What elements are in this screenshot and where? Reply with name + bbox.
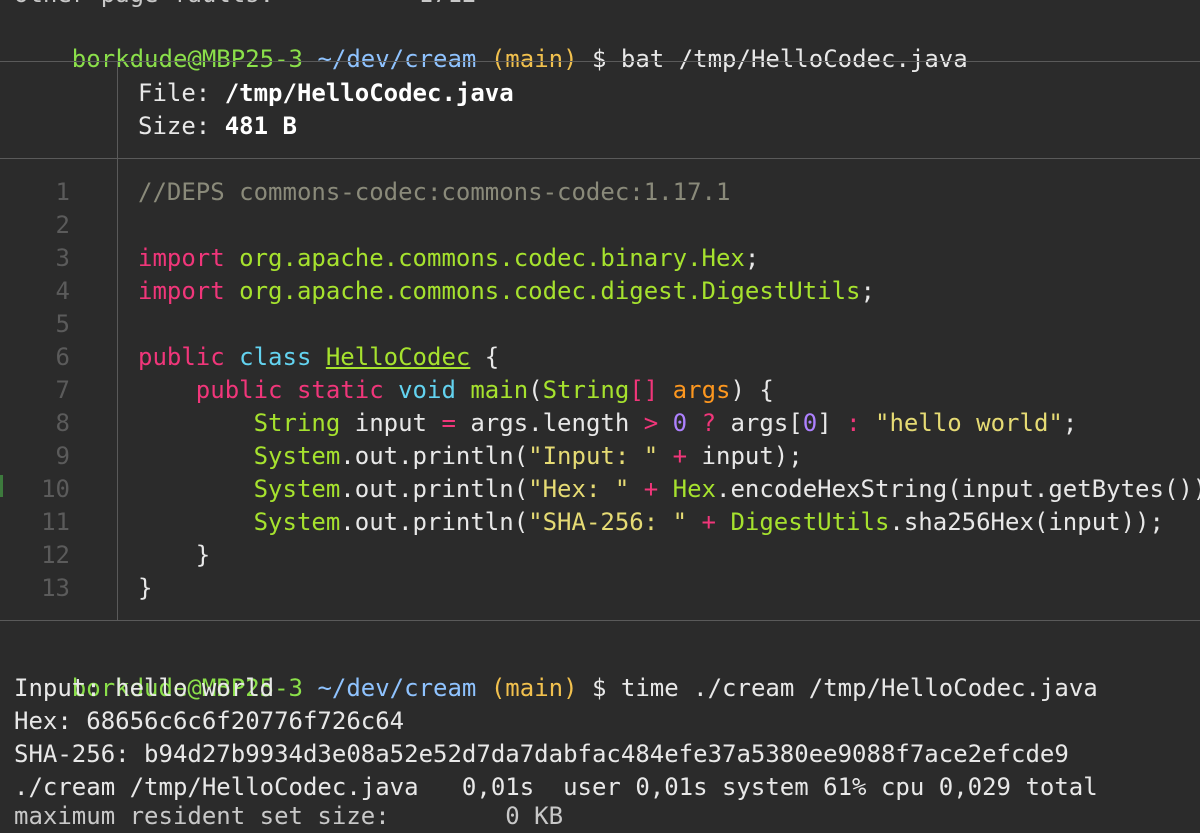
prompt-git-branch: (main) (490, 45, 578, 73)
size-label: Size: (138, 112, 211, 140)
class-ref: System (253, 442, 341, 470)
prompt-command: time ./cream /tmp/HelloCodec.java (620, 674, 1098, 702)
file-label: File: (138, 79, 211, 107)
line-number: 9 (55, 442, 70, 470)
output-line-sha: SHA-256: b94d27b9934d3e08a52e52d7da7dabf… (14, 740, 1069, 768)
output-line-hex: Hex: 68656c6c6f20776f726c64 (14, 707, 405, 735)
code-line-7: public static void main(String[] args) { (195, 376, 774, 404)
line-number: 8 (55, 409, 70, 437)
method-call: .out.println( (340, 508, 529, 536)
prompt-path: ~/dev/cream (317, 45, 477, 73)
line-number: 11 (41, 508, 70, 536)
keyword: import (138, 277, 225, 305)
clipped-output-line: maximum resident set size: 0 KB (14, 802, 564, 830)
line-number: 12 (41, 541, 70, 569)
variable: input (354, 409, 427, 437)
class-name: HelloCodec (325, 343, 471, 371)
prompt-git-branch: (main) (490, 674, 578, 702)
bat-header-rule (0, 158, 1200, 159)
string-literal: "Hex: " (528, 475, 630, 503)
string-literal: "Input: " (528, 442, 659, 470)
package-name: org.apache.commons.codec.binary.Hex (239, 244, 745, 272)
number-literal: 0 (672, 409, 688, 437)
prompt-line-time: borkdude@MBP25-3 ~/dev/cream (main) $ ti… (14, 639, 1098, 702)
prompt-symbol: $ (592, 674, 607, 702)
line-number: 2 (55, 211, 70, 239)
method-call: .encodeHexString(input.getBytes())); (716, 475, 1200, 503)
code-line-11: System.out.println("SHA-256: " + DigestU… (253, 508, 1164, 536)
code-line-8: String input = args.length > 0 ? args[0]… (253, 409, 1078, 437)
line-number: 5 (55, 310, 70, 338)
method-call: .out.println( (340, 442, 529, 470)
class-ref: Hex (672, 475, 717, 503)
prompt-user-host: borkdude@MBP25-3 (71, 45, 303, 73)
string-literal: "hello world" (875, 409, 1063, 437)
number-literal: 0 (802, 409, 818, 437)
keyword: import (138, 244, 225, 272)
keyword: public (195, 376, 283, 404)
method-call: .out.println( (340, 475, 529, 503)
bat-bottom-rule (0, 620, 1200, 621)
array-brackets: [] (629, 376, 659, 404)
type-name: String (542, 376, 630, 404)
bat-gutter-divider (117, 61, 118, 621)
code-line-10: System.out.println("Hex: " + Hex.encodeH… (138, 473, 1200, 506)
code-line-12: } (138, 541, 211, 569)
file-header-size: Size: 481 B (138, 110, 297, 143)
line-number: 7 (55, 376, 70, 404)
code-line-13: } (138, 574, 153, 602)
class-ref: DigestUtils (730, 508, 890, 536)
keyword: static (296, 376, 384, 404)
expression: args.length (470, 409, 630, 437)
code-line-1: //DEPS commons-codec:commons-codec:1.17.… (138, 178, 731, 206)
code-line-3: import org.apache.commons.codec.binary.H… (138, 244, 760, 272)
file-header-name: File: /tmp/HelloCodec.java (138, 77, 514, 110)
code-line-6: public class HelloCodec { (138, 343, 500, 371)
line-number: 4 (55, 277, 70, 305)
line-number: 13 (41, 574, 70, 602)
class-ref: System (253, 508, 341, 536)
prompt-command: bat /tmp/HelloCodec.java (620, 45, 968, 73)
prompt-line-bat: borkdude@MBP25-3 ~/dev/cream (main) $ ba… (14, 10, 968, 73)
bat-top-rule (0, 61, 1200, 62)
terminal-window[interactable]: other page faults: 1712 borkdude@MBP25-3… (0, 0, 1200, 830)
keyword: class (239, 343, 312, 371)
file-path: /tmp/HelloCodec.java (224, 79, 514, 107)
code-line-9: System.out.println("Input: " + input); (253, 442, 803, 470)
prompt-path: ~/dev/cream (317, 674, 477, 702)
line-number: 1 (55, 178, 70, 206)
package-name: org.apache.commons.codec.digest.DigestUt… (239, 277, 861, 305)
file-size: 481 B (224, 112, 297, 140)
string-literal: "SHA-256: " (528, 508, 688, 536)
output-line-input: Input: hello world (14, 674, 275, 702)
line-number: 6 (55, 343, 70, 371)
type-name: String (253, 409, 341, 437)
line-number: 3 (55, 244, 70, 272)
keyword: public (138, 343, 225, 371)
parameter: args (672, 376, 731, 404)
code-line-4: import org.apache.commons.codec.digest.D… (138, 277, 875, 305)
class-ref: System (253, 475, 341, 503)
prompt-symbol: $ (592, 45, 607, 73)
method-name: main (470, 376, 529, 404)
line-number: 10 (41, 475, 70, 503)
keyword: void (398, 376, 456, 404)
method-call: .sha256Hex(input)); (889, 508, 1164, 536)
